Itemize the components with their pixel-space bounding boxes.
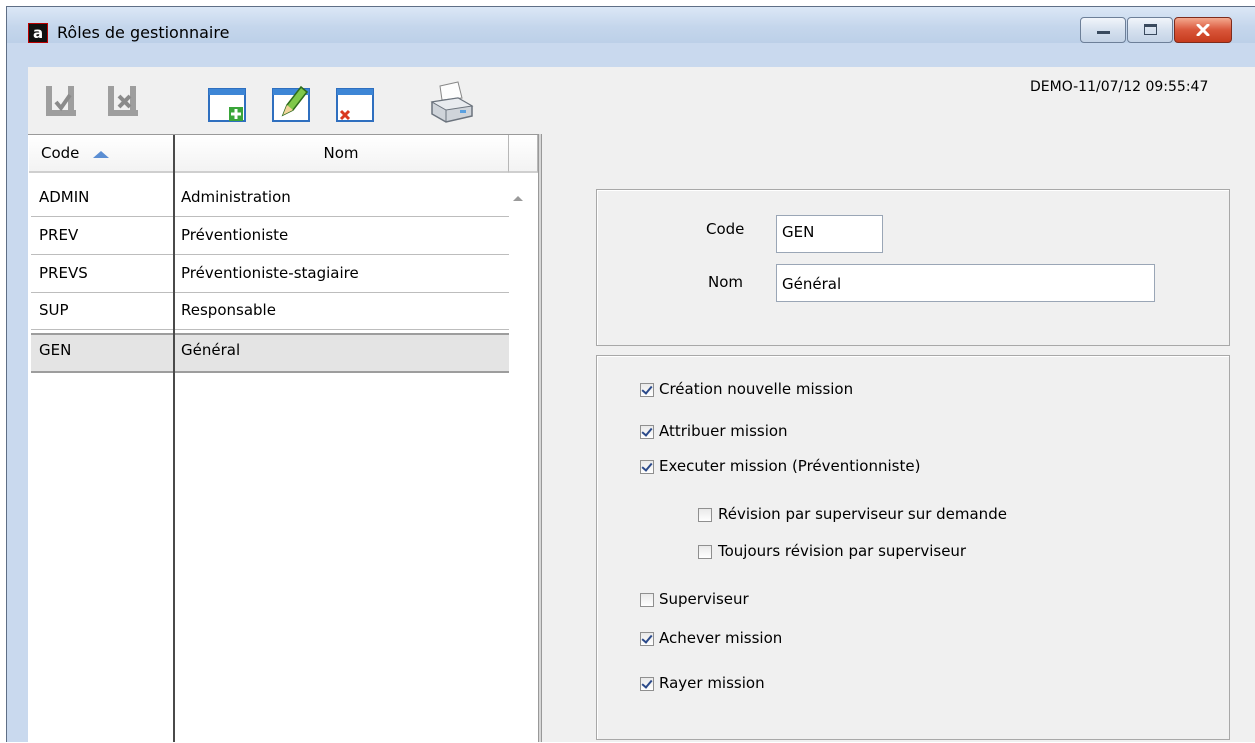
table-row-selected[interactable]: GEN Général: [31, 333, 509, 373]
new-record-button[interactable]: [207, 85, 249, 125]
maximize-icon: [1144, 24, 1157, 35]
checkbox-label: Création nouvelle mission: [659, 380, 854, 398]
checkbox-superviseur[interactable]: [640, 593, 654, 607]
column-divider: [173, 135, 175, 742]
print-button[interactable]: [428, 80, 474, 126]
column-header-code[interactable]: Code: [29, 135, 174, 173]
code-label: Code: [706, 220, 745, 238]
minimize-icon: [1097, 31, 1110, 34]
cell-code: PREV: [39, 226, 79, 244]
edit-record-button[interactable]: [271, 83, 313, 125]
table-row[interactable]: PREV Préventioniste: [31, 219, 509, 255]
cell-code: PREVS: [39, 264, 88, 282]
cell-nom: Préventioniste: [181, 226, 289, 244]
cell-nom: Administration: [181, 188, 291, 206]
save-cancel-icon: [108, 86, 138, 116]
checkbox-revision-sur-demande[interactable]: [698, 508, 712, 522]
checkbox-executer-mission[interactable]: [640, 460, 654, 474]
edit-record-icon: [272, 85, 310, 122]
checkbox-achever-mission[interactable]: [640, 632, 654, 646]
checkbox-label: Rayer mission: [659, 674, 765, 692]
print-icon: [430, 81, 474, 123]
app-logo-icon: a: [28, 23, 48, 43]
maximize-button[interactable]: [1127, 17, 1173, 43]
nom-label: Nom: [708, 273, 744, 291]
cell-nom: Général: [181, 341, 241, 359]
column-header-nom[interactable]: Nom: [174, 135, 509, 173]
scroll-up-arrow-icon[interactable]: [513, 196, 523, 201]
minimize-button[interactable]: [1080, 17, 1126, 43]
column-header-code-label: Code: [41, 144, 80, 162]
splitter[interactable]: [538, 134, 542, 742]
nom-field[interactable]: Général: [776, 264, 1155, 302]
table-row[interactable]: ADMIN Administration: [31, 181, 509, 217]
cell-code: SUP: [39, 301, 69, 319]
sort-ascending-icon: [93, 150, 110, 158]
delete-record-icon: [336, 88, 374, 122]
table-row[interactable]: PREVS Préventioniste-stagiaire: [31, 257, 509, 293]
cell-nom: Responsable: [181, 301, 276, 319]
code-field[interactable]: GEN: [776, 215, 883, 253]
timestamp: DEMO-11/07/12 09:55:47: [1030, 79, 1209, 95]
window-title: Rôles de gestionnaire: [57, 23, 230, 42]
checkbox-label: Toujours révision par superviseur: [718, 542, 967, 560]
checkbox-label: Achever mission: [659, 629, 783, 647]
checkbox-label: Attribuer mission: [659, 422, 788, 440]
checkbox-toujours-revision[interactable]: [698, 545, 712, 559]
new-record-icon: [208, 88, 246, 122]
checkbox-attribuer-mission[interactable]: [640, 425, 654, 439]
checkbox-label: Révision par superviseur sur demande: [718, 505, 1007, 523]
cell-code: GEN: [39, 341, 72, 359]
checkbox-rayer-mission[interactable]: [640, 677, 654, 691]
close-button[interactable]: [1174, 17, 1232, 43]
table-row[interactable]: SUP Responsable: [31, 294, 509, 330]
column-header-filler: [509, 135, 538, 173]
cell-nom: Préventioniste-stagiaire: [181, 264, 359, 282]
checkbox-creation-nouvelle-mission[interactable]: [640, 383, 654, 397]
cell-code: ADMIN: [39, 188, 90, 206]
save-check-icon: [46, 86, 76, 116]
checkbox-label: Executer mission (Préventionniste): [659, 457, 921, 475]
save-check-button[interactable]: [44, 82, 84, 122]
delete-record-button[interactable]: [335, 85, 377, 125]
checkbox-label: Superviseur: [659, 590, 749, 608]
close-icon: [1196, 24, 1210, 36]
save-cancel-button[interactable]: [106, 82, 146, 122]
column-header-nom-label: Nom: [323, 144, 359, 162]
